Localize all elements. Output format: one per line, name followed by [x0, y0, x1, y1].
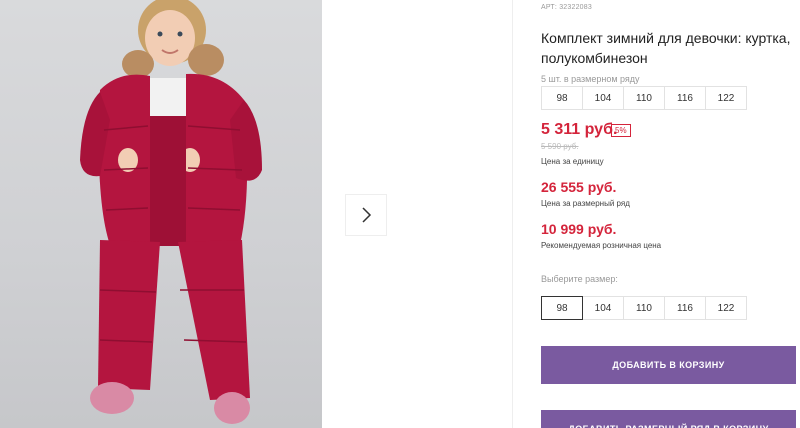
add-pack-to-cart-button[interactable]: ДОБАВИТЬ РАЗМЕРНЫЙ РЯД В КОРЗИНУ — [541, 410, 796, 428]
pack-size-122: 122 — [705, 86, 747, 110]
old-price: 5 590 руб. — [541, 142, 579, 151]
panel-divider — [512, 0, 513, 428]
product-gallery — [0, 0, 512, 428]
size-selector: 98 104 110 116 122 — [541, 296, 747, 320]
pack-price: 26 555 руб. — [541, 179, 617, 195]
chevron-right-icon — [362, 207, 372, 223]
pack-size-110: 110 — [623, 86, 665, 110]
pack-size-116: 116 — [664, 86, 706, 110]
add-to-cart-button[interactable]: ДОБАВИТЬ В КОРЗИНУ — [541, 346, 796, 384]
size-option-122[interactable]: 122 — [705, 296, 747, 320]
select-size-label: Выберите размер: — [541, 274, 618, 284]
pack-size-98: 98 — [541, 86, 583, 110]
girl-in-winter-suit-image — [80, 0, 262, 424]
size-option-98[interactable]: 98 — [541, 296, 583, 320]
sku: АРТ: 32322083 — [541, 4, 592, 11]
sku-value: 32322083 — [559, 4, 592, 11]
product-photo — [0, 0, 322, 428]
pack-price-caption: Цена за размерный ряд — [541, 199, 630, 208]
product-page: АРТ: 32322083 Комплект зимний для девочк… — [0, 0, 800, 428]
size-option-116[interactable]: 116 — [664, 296, 706, 320]
size-option-110[interactable]: 110 — [623, 296, 665, 320]
size-option-104[interactable]: 104 — [582, 296, 624, 320]
rrp-caption: Рекомендуемая розничная цена — [541, 241, 662, 250]
discount-badge: 5% — [611, 124, 631, 137]
product-title: Комплект зимний для девочки: куртка, пол… — [541, 30, 791, 66]
pack-hint: 5 шт. в размерном ряду — [541, 74, 640, 84]
rrp-price: 10 999 руб. — [541, 221, 617, 237]
product-info: АРТ: 32322083 Комплект зимний для девочк… — [541, 0, 800, 428]
sku-label: АРТ: — [541, 4, 558, 11]
unit-price-caption: Цена за единицу — [541, 157, 604, 166]
pack-size-row: 98 104 110 116 122 — [541, 86, 747, 110]
next-image-button[interactable] — [346, 195, 386, 235]
current-price: 5 311 руб. — [541, 121, 618, 138]
pack-size-104: 104 — [582, 86, 624, 110]
